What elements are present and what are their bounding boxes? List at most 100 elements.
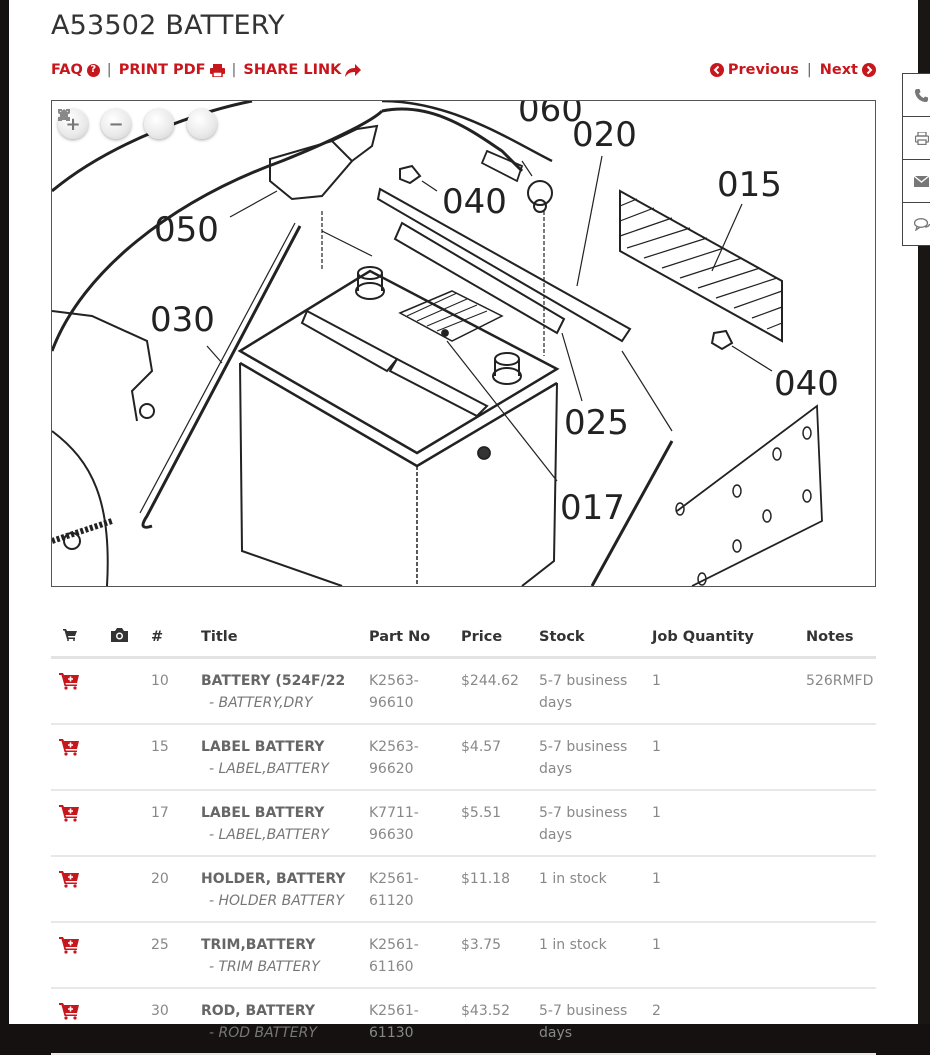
job-quantity: 1 (652, 657, 806, 725)
table-row: 20 HOLDER, BATTERY - HOLDER BATTERY K2561- 6… (51, 856, 876, 923)
photo-cell (111, 988, 151, 1055)
price: $244.62 (461, 657, 539, 725)
item-title: LABEL BATTERY (201, 805, 325, 821)
faq-label: FAQ (51, 62, 83, 78)
item-description: - TRIM BATTERY (209, 959, 320, 975)
part-number-line2: 96610 (369, 695, 414, 711)
chat-button[interactable] (903, 203, 930, 245)
callout-050: 050 (154, 210, 219, 250)
envelope-icon (914, 175, 929, 187)
photo-cell (111, 790, 151, 857)
chevron-right-circle-icon (862, 63, 876, 77)
mounting-plate (676, 404, 823, 586)
vent-cap-2 (388, 357, 489, 418)
part-number-line2: 96620 (369, 761, 414, 777)
stock-cell: 5-7 business days (539, 790, 652, 857)
previous-label: Previous (727, 62, 799, 78)
add-to-cart-cell (51, 657, 111, 725)
minus-icon: − (108, 113, 124, 135)
share-arrow-icon (345, 63, 362, 77)
action-links: FAQ ? | PRINT PDF | SHARE LINK (51, 62, 362, 78)
call-button[interactable] (903, 74, 930, 117)
phone-icon (915, 88, 928, 102)
item-number: 25 (151, 922, 201, 989)
next-label: Next (819, 62, 858, 78)
item-description: - LABEL,BATTERY (209, 761, 329, 777)
home-button[interactable] (58, 109, 174, 139)
item-title-cell: LABEL BATTERY - LABEL,BATTERY (201, 724, 369, 791)
item-title: ROD, BATTERY (201, 1003, 316, 1019)
cart-plus-icon (59, 1003, 79, 1020)
post-negative (355, 282, 385, 300)
part-number-line2: 61160 (369, 959, 414, 975)
add-to-cart-button[interactable] (59, 739, 79, 763)
zoom-out-button[interactable]: − (101, 109, 131, 139)
table-row: 15 LABEL BATTERY - LABEL,BATTERY K2563- 9662… (51, 724, 876, 791)
price: $4.57 (461, 724, 539, 791)
notes (806, 922, 876, 989)
photo-cell (111, 724, 151, 791)
item-number: 20 (151, 856, 201, 923)
part-number-line1: K2561- (369, 871, 419, 887)
part-number-cell: K2561- 61160 (369, 922, 461, 989)
camera-icon (111, 628, 128, 642)
photo-cell (111, 657, 151, 725)
add-to-cart-button[interactable] (59, 1003, 79, 1027)
item-title-cell: BATTERY (524F/22 - BATTERY,DRY (201, 657, 369, 725)
cart-plus-icon (59, 739, 79, 756)
table-header-row: # Title Part No Price Stock Job Quantity… (51, 622, 876, 659)
add-to-cart-button[interactable] (59, 805, 79, 829)
separator: | (231, 62, 237, 78)
add-to-cart-cell (51, 922, 111, 989)
faq-link[interactable]: FAQ ? (51, 62, 100, 78)
add-to-cart-button[interactable] (59, 871, 79, 895)
cart-plus-icon (59, 871, 79, 888)
table-row: 10 BATTERY (524F/22 - BATTERY,DRY K2563- 966… (51, 657, 876, 725)
battery-body (239, 362, 343, 586)
rod-030-left (141, 225, 302, 529)
zoom-controls: + − (58, 109, 217, 139)
print-icon (914, 131, 929, 145)
label-015 (619, 189, 783, 343)
price: $11.18 (461, 856, 539, 923)
parts-diagram-viewer[interactable]: + − 060 020 015 040 050 030 040 025 017 (51, 100, 876, 587)
part-number-line1: K7711- (369, 805, 419, 821)
stock-line1: 5-7 business (539, 1003, 628, 1019)
stock-line2: days (539, 827, 573, 843)
price: $5.51 (461, 790, 539, 857)
add-to-cart-button[interactable] (59, 673, 79, 697)
price: $3.75 (461, 922, 539, 989)
stock-cell: 5-7 business days (539, 988, 652, 1055)
item-number: 15 (151, 724, 201, 791)
item-description: - BATTERY,DRY (209, 695, 313, 711)
part-number-line2: 96630 (369, 827, 414, 843)
fullscreen-icon (58, 109, 70, 121)
fullscreen-button[interactable] (58, 109, 217, 139)
email-button[interactable] (903, 160, 930, 203)
print-pdf-link[interactable]: PRINT PDF (119, 62, 225, 78)
page-title: A53502 BATTERY (51, 10, 285, 41)
callout-015: 015 (717, 165, 782, 205)
notes (806, 988, 876, 1055)
next-link[interactable]: Next (820, 62, 876, 78)
part-number-line1: K2561- (369, 937, 419, 953)
item-number: 17 (151, 790, 201, 857)
cart-icon (63, 629, 77, 641)
job-quantity: 1 (652, 790, 806, 857)
stock-cell: 5-7 business days (539, 657, 652, 725)
stock-line1: 5-7 business (539, 739, 628, 755)
print-button[interactable] (903, 117, 930, 160)
share-link[interactable]: SHARE LINK (243, 62, 362, 78)
previous-link[interactable]: Previous (709, 62, 799, 78)
cart-plus-icon (59, 937, 79, 954)
header-cart (51, 622, 111, 659)
add-to-cart-button[interactable] (59, 937, 79, 961)
item-title-cell: HOLDER, BATTERY - HOLDER BATTERY (201, 856, 369, 923)
page-container: A53502 BATTERY FAQ ? | PRINT PDF | SHARE… (9, 0, 930, 1055)
cart-plus-icon (59, 805, 79, 822)
callout-030: 030 (150, 300, 215, 340)
item-number: 30 (151, 988, 201, 1055)
stock-line2: days (539, 695, 573, 711)
share-link-label: SHARE LINK (243, 62, 342, 78)
part-number-cell: K2561- 61130 (369, 988, 461, 1055)
